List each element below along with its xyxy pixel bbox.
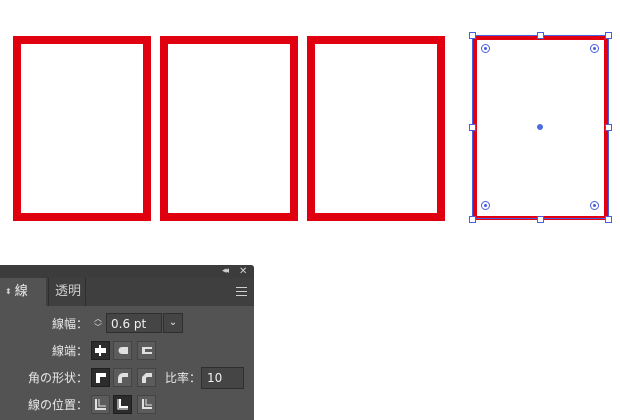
panel-menu-icon[interactable] — [236, 287, 247, 299]
round-cap-icon[interactable] — [113, 341, 132, 360]
miter-ratio-input[interactable]: 10 — [201, 367, 244, 389]
tab-stroke[interactable]: ⬍ 線 — [0, 278, 46, 306]
close-panel-icon[interactable]: ✕ — [239, 265, 247, 278]
resize-handle-middle-left[interactable] — [469, 124, 476, 131]
live-corner-widget-top-left[interactable] — [481, 44, 490, 53]
butt-cap-icon[interactable] — [91, 341, 110, 360]
resize-handle-bottom-left[interactable] — [469, 216, 476, 223]
stroke-weight-row: 線幅： ︿ ﹀ 0.6 pt ⌄ — [0, 312, 254, 336]
live-corner-widget-bottom-left[interactable] — [481, 201, 490, 210]
stroke-panel: ◂◂ ✕ ⬍ 線 透明 線幅： ︿ ﹀ 0.6 pt ⌄ 線端： 角の形状： 比… — [0, 265, 254, 420]
align-stroke-inside-icon[interactable] — [113, 395, 132, 414]
stroke-align-label: 線の位置： — [27, 398, 88, 412]
stroke-cap-label: 線端： — [51, 344, 88, 358]
stroke-align-row: 線の位置： — [0, 393, 254, 417]
red-rectangle-3[interactable] — [307, 36, 445, 221]
align-stroke-center-icon[interactable] — [91, 395, 110, 414]
panel-title-bar[interactable]: ◂◂ ✕ — [0, 265, 254, 278]
corner-shape-label: 角の形状： — [27, 371, 88, 385]
miter-join-icon[interactable] — [91, 368, 110, 387]
expand-options-icon[interactable]: ⬍ — [5, 287, 12, 296]
resize-handle-bottom-right[interactable] — [605, 216, 612, 223]
resize-handle-top-center[interactable] — [537, 32, 544, 39]
resize-handle-top-left[interactable] — [469, 32, 476, 39]
align-stroke-outside-icon[interactable] — [137, 395, 156, 414]
bevel-join-icon[interactable] — [137, 368, 156, 387]
resize-handle-middle-right[interactable] — [605, 124, 612, 131]
stroke-weight-dropdown-icon[interactable]: ⌄ — [163, 313, 183, 333]
tab-transparency-label: 透明 — [55, 284, 82, 299]
stroke-weight-label: 線幅： — [51, 317, 88, 331]
resize-handle-bottom-center[interactable] — [537, 216, 544, 223]
tab-stroke-label: 線 — [14, 284, 28, 299]
center-point — [537, 124, 543, 130]
miter-ratio-label: 比率： — [165, 371, 202, 385]
red-rectangle-2[interactable] — [160, 36, 298, 221]
collapse-panel-icon[interactable]: ◂◂ — [222, 265, 229, 278]
stroke-cap-row: 線端： — [0, 339, 254, 363]
stroke-weight-input[interactable]: 0.6 pt — [106, 313, 162, 333]
live-corner-widget-bottom-right[interactable] — [590, 201, 599, 210]
red-rectangle-1[interactable] — [13, 36, 151, 221]
live-corner-widget-top-right[interactable] — [590, 44, 599, 53]
round-join-icon[interactable] — [113, 368, 132, 387]
resize-handle-top-right[interactable] — [605, 32, 612, 39]
corner-shape-row: 角の形状： 比率： 10 — [0, 366, 254, 390]
tab-transparency[interactable]: 透明 — [48, 278, 86, 306]
panel-tabbar: ⬍ 線 透明 — [0, 278, 254, 306]
stroke-weight-stepper[interactable]: ︿ ﹀ — [90, 314, 106, 334]
projecting-cap-icon[interactable] — [137, 341, 156, 360]
artboard-canvas[interactable] — [0, 0, 620, 260]
